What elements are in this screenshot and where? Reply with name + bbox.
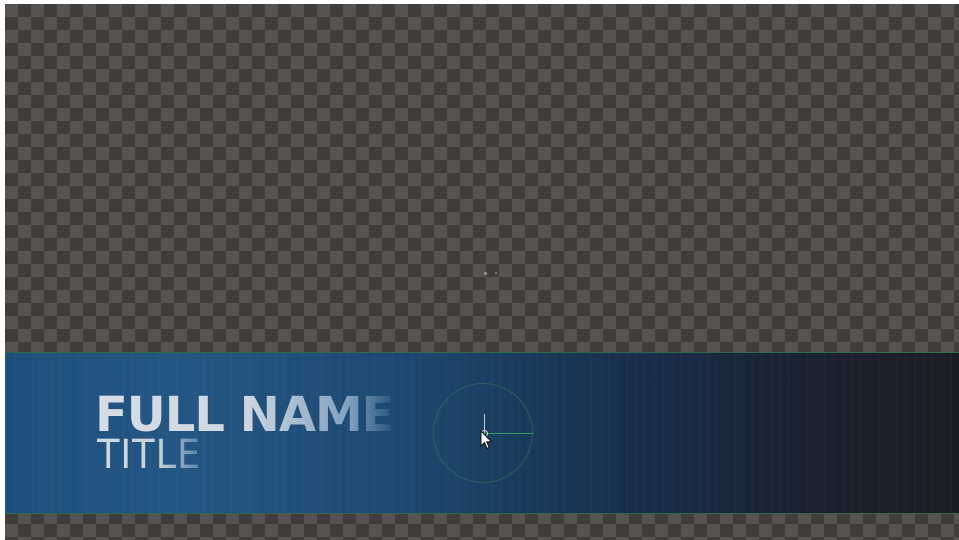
viewer-canvas[interactable]: FULL NAME TITLE: [5, 4, 959, 540]
frame-center-marker: [495, 272, 497, 274]
frame-center-dot: [484, 272, 487, 275]
viewer-panel: FULL NAME TITLE: [0, 0, 959, 540]
arrow-cursor-icon: [480, 430, 494, 450]
title-text[interactable]: TITLE: [97, 435, 201, 475]
